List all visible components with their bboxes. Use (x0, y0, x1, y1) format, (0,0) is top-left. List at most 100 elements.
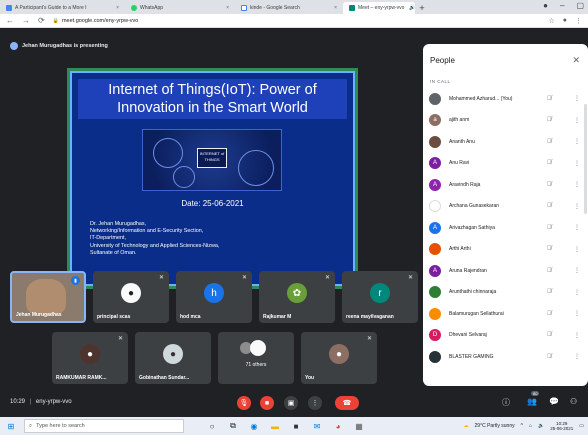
more-options-button[interactable]: ⋮ (308, 396, 322, 410)
minimize-icon[interactable]: – (560, 1, 564, 10)
close-tab-icon[interactable]: × (116, 5, 119, 11)
reload-icon[interactable]: ⟳ (38, 16, 45, 25)
more-options-icon[interactable]: ⋮ (574, 224, 580, 231)
more-options-icon[interactable]: ⋮ (574, 160, 580, 167)
camera-toggle-button[interactable]: ■ (260, 396, 274, 410)
store-icon[interactable]: ■ (290, 420, 302, 432)
windows-start-icon[interactable]: ⊞ (4, 417, 18, 435)
new-tab-button[interactable]: + (415, 2, 429, 14)
participant-name: reena mayilvaganan (346, 314, 394, 320)
tab-meet[interactable]: Meet – eny-yrpw-vvo 🔊 × (343, 2, 415, 14)
meeting-code: eny-yrpw-vvo (35, 399, 72, 405)
more-options-icon[interactable]: ⋮ (574, 95, 580, 102)
url-text: meet.google.com/eny-yrpw-vvo (61, 17, 139, 24)
tab-whatsapp[interactable]: WhatsApp × (125, 2, 235, 14)
bookmark-star-icon[interactable]: ☆ (548, 17, 554, 25)
more-options-icon[interactable]: ⋮ (574, 117, 580, 124)
network-icon[interactable]: ⌂ (529, 423, 532, 429)
participant-avatar: r (370, 283, 390, 303)
more-options-icon[interactable]: ⋮ (574, 289, 580, 296)
participant-tile-you[interactable]: ● ✕ You (301, 332, 377, 384)
more-options-icon[interactable]: ⋮ (574, 138, 580, 145)
more-options-icon[interactable]: ⋮ (574, 267, 580, 274)
lock-icon: 🔒 (52, 17, 59, 24)
participant-tile-gobinathan[interactable]: ● Gobinathan Sundar... (135, 332, 211, 384)
presentation-slide: Internet of Things(IoT): Power of Innova… (67, 68, 358, 289)
participant-tile-jehan[interactable]: ▮ Jehan Murugadhas (10, 271, 86, 323)
panel-scrollbar[interactable] (584, 104, 587, 214)
close-tab-icon[interactable]: × (334, 5, 337, 11)
chat-icon[interactable]: 💬 (549, 397, 559, 406)
activities-icon[interactable]: ⚇ (570, 397, 577, 406)
photos-icon[interactable]: ▦ (353, 420, 365, 432)
tray-chevron-icon[interactable]: ^ (521, 423, 523, 429)
tab-label: Meet – eny-yrpw-vvo (358, 5, 405, 11)
participant-name: hod mca (180, 314, 201, 320)
restore-icon[interactable]: ▢ (576, 1, 584, 10)
info-line: IT-Department, (90, 235, 126, 242)
present-button[interactable]: ▣ (284, 396, 298, 410)
mic-off-icon: 🎙 (239, 400, 249, 407)
mic-muted-icon: 🎙̸ (547, 353, 552, 360)
participant-tile-rajkumar[interactable]: ✿ ✕ Rajkumar M (259, 271, 335, 323)
participant-row[interactable]: A Arivazhagan Sathiya 🎙̸ ⋮ (423, 217, 588, 239)
meet-icon (349, 5, 355, 11)
participant-tile-principal[interactable]: ● ✕ principal scas (93, 271, 169, 323)
participant-row[interactable]: BLASTER GAMING 🎙̸ ⋮ (423, 346, 588, 368)
cortana-icon[interactable]: ○ (206, 420, 218, 432)
more-options-icon[interactable]: ⋮ (574, 181, 580, 188)
tab-google-search[interactable]: kinde - Google Search × (235, 2, 343, 14)
mic-toggle-button[interactable]: 🎙 (237, 396, 251, 410)
participant-row[interactable]: Mohammed Azharud... (You) 🎙̸ ⋮ (423, 88, 588, 110)
participant-tile-ramkumar[interactable]: ● ✕ RAMKUMAR RAMK... (52, 332, 128, 384)
weather-text[interactable]: 29°C Partly sunny (475, 423, 515, 429)
profile-avatar-icon[interactable]: ● (563, 17, 567, 24)
participant-name: You (305, 375, 315, 381)
task-view-icon[interactable]: ⧉ (227, 420, 239, 432)
mail-icon[interactable]: ✉ (311, 420, 323, 432)
notification-icon[interactable]: ▭ (579, 423, 584, 429)
edge-icon[interactable]: ◉ (248, 420, 260, 432)
more-options-icon[interactable]: ⋮ (574, 246, 580, 253)
leave-call-button[interactable]: ☎ (335, 396, 359, 410)
participant-avatar (429, 92, 441, 105)
participant-row[interactable]: Archana Gunasekaran 🎙̸ ⋮ (423, 196, 588, 218)
profile-icon[interactable]: ● (543, 1, 548, 10)
participant-row[interactable]: Arthi Arthi 🎙̸ ⋮ (423, 239, 588, 261)
meeting-info-icon[interactable]: ⓘ (502, 397, 510, 408)
back-arrow-icon[interactable]: ← (6, 16, 14, 25)
people-icon[interactable]: 👥 (527, 397, 537, 406)
taskbar-search-box[interactable]: ⌕ Type here to search (24, 419, 184, 433)
chrome-icon[interactable]: ◕ (332, 420, 344, 432)
participant-row[interactable]: Ananth Anu 🎙̸ ⋮ (423, 131, 588, 153)
participant-row[interactable]: A Anu Ravi 🎙̸ ⋮ (423, 153, 588, 175)
more-options-icon[interactable]: ⋮ (574, 203, 580, 210)
participant-name: Arunthathi chinnaraja (449, 289, 497, 296)
close-panel-icon[interactable]: ✕ (572, 55, 580, 66)
participant-row[interactable]: a ajith anm 🎙̸ ⋮ (423, 110, 588, 132)
participant-row[interactable]: D Dhevani Selvaraj 🎙̸ ⋮ (423, 325, 588, 347)
tab-participants-guide[interactable]: A Participant's Guide to a More I × (0, 2, 125, 14)
participant-row[interactable]: Arunthathi chinnaraja 🎙̸ ⋮ (423, 282, 588, 304)
more-options-icon[interactable]: ⋮ (574, 332, 580, 339)
taskbar-clock[interactable]: 10:29 25-06-2021 (550, 421, 573, 431)
volume-icon[interactable]: 🔈 (538, 423, 544, 429)
file-explorer-icon[interactable]: ▬ (269, 420, 281, 432)
participant-tile-reena[interactable]: r ✕ reena mayilvaganan (342, 271, 418, 323)
more-options-icon[interactable]: ⋮ (574, 310, 580, 317)
mic-muted-icon: 🎙̸ (547, 224, 552, 231)
mic-muted-icon: 🎙̸ (547, 181, 552, 188)
participant-row[interactable]: A Aravindh Raja 🎙̸ ⋮ (423, 174, 588, 196)
close-tab-icon[interactable]: × (226, 5, 229, 11)
speaking-indicator-icon: ▮ (71, 276, 80, 285)
forward-arrow-icon[interactable]: → (22, 16, 30, 25)
search-icon: ⌕ (29, 422, 33, 429)
participant-row[interactable]: Balamurugan Sellathurai 🎙̸ ⋮ (423, 303, 588, 325)
more-options-icon[interactable]: ⋮ (574, 353, 580, 360)
participant-tile-hod[interactable]: h ✕ hod mca (176, 271, 252, 323)
menu-dots-icon[interactable]: ⋮ (575, 17, 582, 25)
participant-tile-others[interactable]: 71 others (218, 332, 294, 384)
url-field[interactable]: 🔒 meet.google.com/eny-yrpw-vvo (53, 18, 139, 24)
panel-title: People (430, 56, 455, 65)
participant-row[interactable]: A Aruna Rajendran 🎙̸ ⋮ (423, 260, 588, 282)
